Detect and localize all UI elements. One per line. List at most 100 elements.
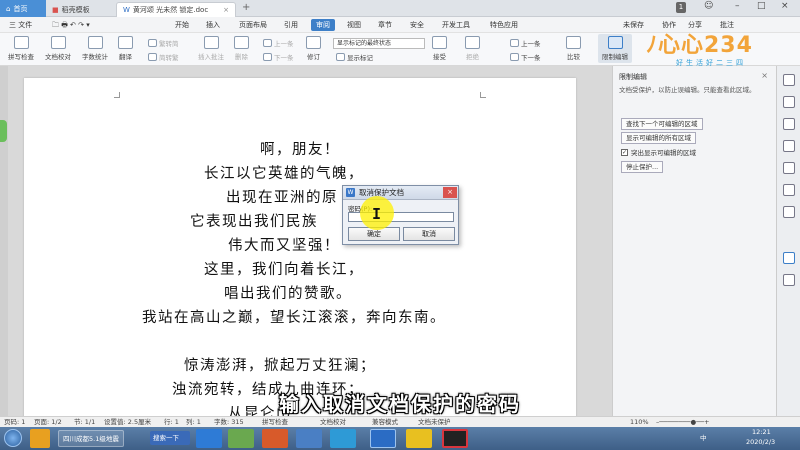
doc-line: 这里，我们向着长江， [204,262,364,278]
menu-view[interactable]: 视图 [342,19,366,31]
tab-document[interactable]: W 黄河颂 光未然 锁定.doc × [116,2,236,17]
spell-check-button[interactable]: 拼写检查 [8,36,34,61]
start-button[interactable] [4,429,22,447]
delete-comment-button[interactable]: 删除 [234,36,249,61]
word-count-button[interactable]: 字数统计 [82,36,108,61]
help-icon[interactable] [783,274,795,286]
reject-button[interactable]: 拒绝 [465,36,480,61]
share-button[interactable]: 分享 [688,19,702,31]
collab-button[interactable]: 协作 [662,19,676,31]
compare-icon [566,36,581,49]
tab-home[interactable]: ⌂ 首页 [0,0,46,17]
title-bar: ⌂ 首页 ■ 稻壳模板 W 黄河颂 光未然 锁定.doc × + 1 ☺ – □… [0,0,800,17]
prev-revision-button[interactable]: 上一条 [510,38,541,48]
markup-state-select[interactable]: 显示标记的最终状态 [333,38,425,49]
media-app-icon[interactable] [262,429,288,448]
simp-trad-button[interactable]: 简转繁 [148,52,179,62]
highlight-editable-checkbox[interactable]: ✓ 突出显示可编辑的区域 [621,147,696,157]
cloud-sync-status[interactable]: 未保存 [623,19,644,31]
stop-protection-button[interactable]: 停止保护... [621,161,664,173]
minimize-icon[interactable]: – [735,1,740,11]
revise-button[interactable]: 修订 [306,36,321,61]
find-next-editable-button[interactable]: 查找下一个可编辑的区域 [621,118,703,130]
status-pages[interactable]: 页面: 1/2 [34,418,62,427]
zoom-level[interactable]: 110% [630,418,649,427]
show-all-editable-button[interactable]: 显示可编辑的所有区域 [621,132,696,144]
close-window-icon[interactable]: × [781,1,789,11]
avatar-icon[interactable]: ☺ [704,1,713,11]
show-markup-button[interactable]: 显示标记 [336,52,373,62]
clock-date[interactable]: 2020/2/3 [746,438,775,446]
new-tab-button[interactable]: + [242,2,250,13]
menu-layout[interactable]: 页面布局 [234,19,272,31]
comment-button[interactable]: 批注 [720,19,734,31]
chat-app-icon[interactable] [330,429,356,448]
clock-time[interactable]: 12:21 [752,428,771,436]
translate-button[interactable]: 翻译 [118,36,133,61]
menu-special[interactable]: 特色应用 [485,19,523,31]
style-icon[interactable] [783,96,795,108]
taskbar-search[interactable]: 搜索一下 [150,431,190,445]
menu-start[interactable]: 开始 [170,19,194,31]
ime-indicator[interactable]: 中 [700,432,707,442]
compare-button[interactable]: 比较 [566,36,581,61]
side-panel-toggle[interactable] [0,120,7,142]
trad-simp-button[interactable]: 繁转简 [148,38,179,48]
next-revision-button[interactable]: 下一条 [510,52,541,62]
prev-comment-icon [263,39,272,47]
status-page-num: 页码: 1 [4,418,26,426]
menu-insert[interactable]: 插入 [201,19,225,31]
backup-icon[interactable] [783,162,795,174]
status-words[interactable]: 字数: 315 [214,418,244,427]
record-app-icon[interactable] [442,429,468,448]
cancel-button[interactable]: 取消 [403,227,455,241]
status-spell-check[interactable]: 拼写检查 [262,418,288,427]
settings-icon[interactable] [783,206,795,218]
menu-security[interactable]: 安全 [405,19,429,31]
accept-button[interactable]: 接受 [432,36,447,61]
cloud-app-icon[interactable] [296,429,322,448]
menu-reference[interactable]: 引用 [279,19,303,31]
shape-icon[interactable] [783,140,795,152]
dialog-close-button[interactable]: × [443,187,457,198]
menu-developer[interactable]: 开发工具 [437,19,475,31]
accept-icon [432,36,447,49]
window-count-badge[interactable]: 1 [676,2,686,13]
doc-line: 长江以它英雄的气魄， [204,166,364,182]
document-page[interactable]: 啊，朋友！ 长江以它英雄的气魄， 出现在亚洲的原 它表现出我们民族 伟大而又坚强… [24,78,576,416]
spell-check-icon [13,36,29,49]
lock-icon[interactable] [783,252,795,264]
taskbar-window-news[interactable]: 四川成都5.1级地震 [58,430,124,447]
checkbox-box[interactable]: ✓ [621,148,628,156]
close-tab-icon[interactable]: × [223,6,229,14]
select-icon[interactable] [783,118,795,130]
restrict-edit-button[interactable]: 限制编辑 [598,34,632,63]
menu-file[interactable]: 三 文件 [4,19,37,31]
prev-comment-button[interactable]: 上一条 [263,38,294,48]
panel-title: 限制编辑 [619,73,647,81]
quick-access-icons[interactable]: 🗀 🖶 ↶ ↷ ▾ [52,19,90,31]
prev-revision-icon [510,39,519,47]
app-icon-explorer[interactable] [30,429,50,448]
restrict-edit-panel: 限制编辑 × 文档受保护，以防止误编辑。只能查看此区域。 查找下一个可编辑的区域… [612,66,776,416]
status-doc-proof[interactable]: 文档校对 [320,418,346,427]
menu-review[interactable]: 审阅 [311,19,335,31]
insert-comment-button[interactable]: 插入批注 [198,36,224,61]
ie-browser-icon[interactable] [196,429,222,448]
maximize-icon[interactable]: □ [757,1,766,11]
next-comment-icon [263,53,272,61]
status-protect[interactable]: 文档未保护 [418,418,451,427]
zoom-slider[interactable]: –────────●──+ [656,418,710,427]
next-comment-button[interactable]: 下一条 [263,52,294,62]
chrome-icon[interactable] [406,429,432,448]
panel-description: 文档受保护，以防止误编辑。只能查看此区域。 [619,86,756,94]
folder-icon[interactable] [228,429,254,448]
doc-proof-button[interactable]: 文档校对 [45,36,71,61]
share-icon[interactable] [783,184,795,196]
tab-template[interactable]: ■ 稻壳模板 [46,2,112,17]
wps-writer-icon[interactable] [370,429,396,448]
doc-line: 我站在高山之巅，望长江滚滚，奔向东南。 [142,310,446,326]
panel-close-icon[interactable]: × [761,71,768,80]
menu-chapter[interactable]: 章节 [373,19,397,31]
panel-icon[interactable] [783,74,795,86]
